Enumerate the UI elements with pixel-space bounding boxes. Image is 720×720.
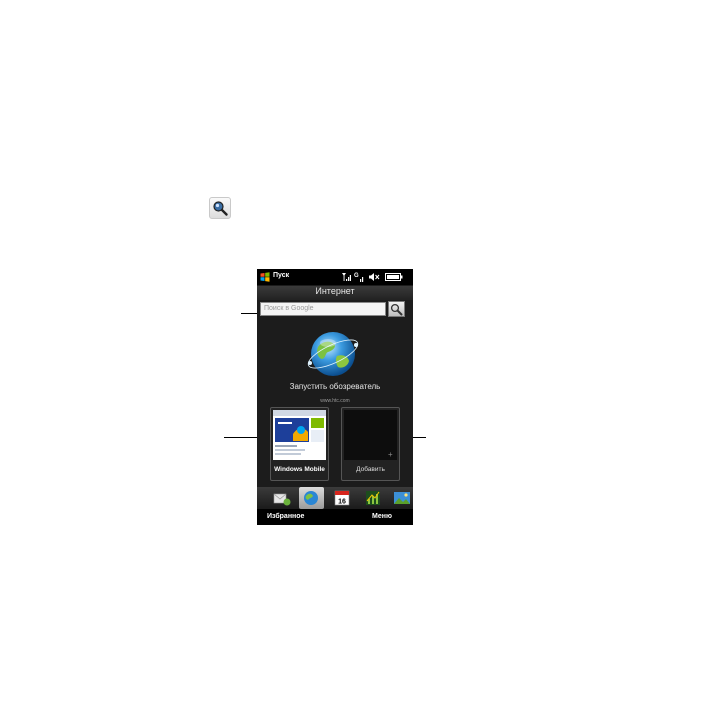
volume-muted-icon xyxy=(368,272,380,282)
launcher-bar: 16 xyxy=(257,487,413,509)
globe-icon[interactable] xyxy=(304,325,362,383)
favorite-add-label: Добавить xyxy=(356,466,385,473)
battery-icon xyxy=(385,273,403,281)
softkey-favorites[interactable]: Избранное xyxy=(267,513,304,520)
status-bar: Пуск G xyxy=(257,269,413,285)
favorite-add[interactable]: + Добавить xyxy=(341,407,400,481)
phone-screen: Пуск G Интернет Поиск в Google Запустить… xyxy=(257,269,413,525)
softkey-menu[interactable]: Меню xyxy=(372,513,392,520)
tab-title: Интернет xyxy=(257,286,413,300)
windows-flag-icon[interactable] xyxy=(260,272,270,282)
calendar-icon[interactable]: 16 xyxy=(333,489,351,507)
globe-tab-icon[interactable] xyxy=(302,489,320,507)
signal-icon xyxy=(341,272,351,282)
calendar-day: 16 xyxy=(338,499,346,506)
gprs-icon: G xyxy=(354,271,364,283)
launch-browser-label[interactable]: Запустить обозреватель xyxy=(257,382,413,391)
stocks-icon[interactable] xyxy=(364,489,382,507)
favorite-thumbnail xyxy=(273,410,326,460)
search-input[interactable]: Поиск в Google xyxy=(260,302,386,316)
softkey-bar: Избранное Меню xyxy=(257,509,413,525)
favorite-windows-mobile[interactable]: Windows Mobile xyxy=(270,407,329,481)
favorite-label: Windows Mobile xyxy=(274,466,325,473)
svg-text:G: G xyxy=(354,273,359,279)
favorite-add-slot: + xyxy=(344,410,397,460)
plus-icon: + xyxy=(388,450,393,459)
home-url: www.htc.com xyxy=(320,398,350,404)
search-button[interactable] xyxy=(388,301,405,317)
magnifier-icon xyxy=(209,197,231,219)
mail-icon[interactable] xyxy=(273,489,291,507)
photos-icon[interactable] xyxy=(393,489,411,507)
start-label[interactable]: Пуск xyxy=(273,272,289,279)
